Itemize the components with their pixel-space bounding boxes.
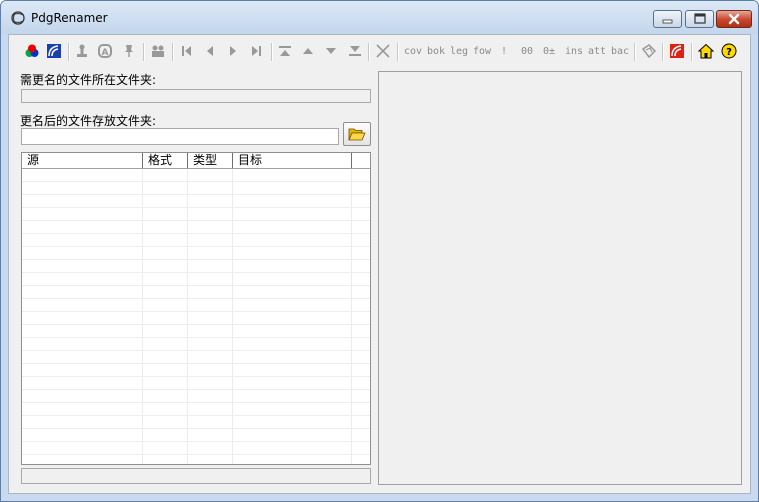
bottom-icon (349, 46, 361, 56)
help-icon: ? (721, 43, 737, 59)
close-icon (728, 13, 740, 25)
next-icon (230, 46, 236, 56)
next-button[interactable] (224, 42, 242, 60)
column-header-target[interactable]: 目标 (233, 153, 352, 168)
toolbar-separator (368, 43, 370, 61)
cov-button[interactable]: cov (404, 46, 422, 57)
status-bar (21, 468, 371, 484)
up-icon (303, 48, 313, 54)
column-header-source[interactable]: 源 (22, 153, 143, 168)
maximize-button[interactable] (685, 10, 714, 28)
window-title: PdgRenamer (31, 11, 108, 25)
bok-button[interactable]: bok (427, 46, 445, 57)
app-icon (11, 11, 25, 25)
minimize-icon (662, 19, 673, 24)
help-button[interactable]: ? (720, 42, 738, 60)
toolbar-separator (397, 43, 399, 61)
toolbar-separator (691, 43, 693, 61)
browse-folder-button[interactable] (343, 122, 371, 146)
column-divider (232, 169, 233, 464)
tag-button[interactable] (640, 42, 658, 60)
pin-button[interactable] (120, 42, 138, 60)
home-icon (698, 43, 714, 59)
first-button[interactable] (178, 42, 196, 60)
move-down-button[interactable] (322, 42, 340, 60)
people-button[interactable] (149, 42, 167, 60)
prev-icon (207, 46, 213, 56)
title-bar[interactable]: PdgRenamer (1, 1, 758, 34)
column-divider (187, 169, 188, 464)
move-top-button[interactable] (276, 42, 294, 60)
last-button[interactable] (247, 42, 265, 60)
file-list-rows[interactable] (22, 169, 370, 464)
client-area: A cov bok leg fow ! 00 0± ins att bac ? … (8, 34, 751, 494)
last-icon (252, 46, 261, 56)
move-up-button[interactable] (299, 42, 317, 60)
toolbar-separator (662, 43, 664, 61)
fow-button[interactable]: fow (473, 46, 491, 57)
double-zero-button[interactable]: 00 (521, 46, 533, 57)
column-header-type[interactable]: 类型 (188, 153, 233, 168)
down-icon (326, 48, 336, 54)
home-button[interactable] (697, 42, 715, 60)
red-rainbow-button[interactable] (668, 42, 686, 60)
toolbar-separator (172, 43, 174, 61)
target-folder-label: 更名后的文件存放文件夹: (20, 114, 157, 128)
pin-icon (125, 45, 133, 57)
exclaim-button[interactable]: ! (501, 46, 507, 57)
red-rainbow-icon (670, 44, 684, 58)
tag-icon (641, 44, 657, 59)
preview-panel[interactable] (378, 71, 742, 485)
target-folder-input[interactable] (21, 128, 339, 145)
a-badge-icon: A (98, 44, 112, 58)
prev-button[interactable] (201, 42, 219, 60)
a-badge-button[interactable]: A (96, 42, 114, 60)
bac-button[interactable]: bac (611, 46, 629, 57)
minimize-button[interactable] (653, 10, 682, 28)
maximize-icon (694, 13, 706, 24)
column-divider (142, 169, 143, 464)
ins-button[interactable]: ins (565, 46, 583, 57)
delete-button[interactable] (374, 42, 392, 60)
open-folder-icon (348, 128, 366, 141)
column-header-format[interactable]: 格式 (143, 153, 188, 168)
file-list-header: 源 格式 类型 目标 (22, 153, 370, 169)
zero-plusminus-button[interactable]: 0± (543, 46, 555, 57)
stamp-button[interactable] (73, 42, 91, 60)
file-list[interactable]: 源 格式 类型 目标 (21, 152, 371, 465)
rgb-circles-button[interactable] (23, 42, 41, 60)
toolbar-separator (271, 43, 273, 61)
rainbow-bookmark-icon (47, 44, 61, 58)
source-folder-field[interactable] (21, 89, 371, 103)
column-divider (351, 169, 352, 464)
toolbar-separator (634, 43, 636, 61)
rainbow-bookmark-button[interactable] (45, 42, 63, 60)
toolbar-separator (68, 43, 70, 61)
people-icon (152, 45, 164, 57)
first-icon (182, 46, 191, 56)
move-bottom-button[interactable] (346, 42, 364, 60)
toolbar-separator (143, 43, 145, 61)
rgb-circles-icon (25, 44, 39, 57)
top-icon (279, 46, 291, 56)
svg-text:?: ? (726, 47, 732, 58)
source-folder-label: 需更名的文件所在文件夹: (20, 73, 157, 87)
svg-text:A: A (102, 48, 109, 58)
delete-x-icon (376, 44, 390, 58)
stamp-icon (77, 44, 87, 57)
close-button[interactable] (716, 10, 752, 28)
att-button[interactable]: att (588, 46, 606, 57)
leg-button[interactable]: leg (450, 46, 468, 57)
app-window: PdgRenamer A cov bok leg fow ! 00 0± ins… (0, 0, 759, 502)
toolbar: A cov bok leg fow ! 00 0± ins att bac ? (9, 35, 750, 65)
